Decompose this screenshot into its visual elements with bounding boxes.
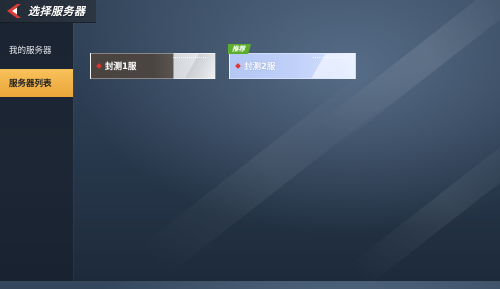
- page-title: 选择服务器: [28, 5, 86, 18]
- card-decorative-stripe: [313, 57, 347, 58]
- card-decorative-stripe: [173, 57, 207, 58]
- server-name: 封测2服: [244, 62, 276, 72]
- recommended-badge: 推荐: [228, 44, 251, 54]
- sidebar-item-my-servers[interactable]: 我的服务器: [0, 37, 73, 63]
- sidebar-item-label: 我的服务器: [9, 46, 52, 56]
- back-button[interactable]: [3, 0, 25, 22]
- server-card-1[interactable]: 封测1服: [90, 53, 216, 79]
- server-name: 封测1服: [105, 62, 137, 72]
- server-status-dot-icon: [235, 63, 241, 69]
- top-header-bar: 选择服务器: [0, 0, 96, 23]
- sidebar-item-label: 服务器列表: [9, 79, 52, 89]
- sidebar-item-server-list[interactable]: 服务器列表: [0, 69, 73, 97]
- background-light-streak: [346, 119, 500, 289]
- server-status-dot-icon: [96, 63, 102, 69]
- back-arrow-icon: [7, 4, 21, 18]
- server-category-sidebar: 我的服务器 服务器列表: [0, 0, 73, 281]
- server-card-2[interactable]: 封测2服: [229, 53, 356, 79]
- background-light-streak: [139, 61, 401, 279]
